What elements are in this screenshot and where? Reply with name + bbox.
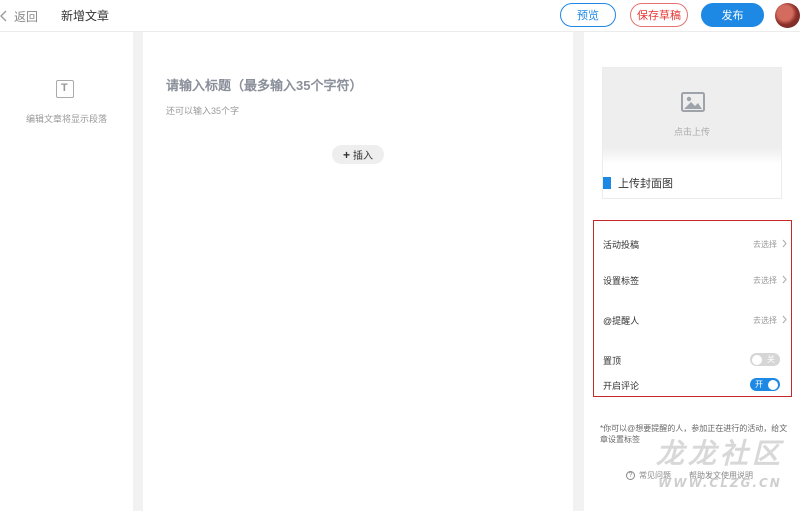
comments-toggle-text: 开 (755, 380, 763, 389)
outline-icon: T (56, 80, 74, 98)
back-label: 返回 (14, 9, 39, 24)
pin-toggle[interactable]: 关 (750, 353, 780, 366)
pin-toggle-text: 关 (767, 355, 775, 364)
settings-hint: *你可以@想要提醒的人，参加正在进行的活动，给文章设置标签 (600, 424, 788, 444)
chevron-right-icon (782, 315, 787, 324)
activity-row[interactable]: 活动投稿 去选择 (594, 235, 791, 253)
pin-row: 置顶 关 (594, 351, 791, 369)
avatar[interactable] (775, 3, 800, 28)
faq-link[interactable]: 常见问题 (639, 470, 671, 481)
question-icon: ? (626, 470, 635, 480)
accent-bar (603, 177, 611, 189)
save-draft-button[interactable]: 保存草稿 (630, 3, 688, 27)
comments-toggle[interactable]: 开 (750, 378, 780, 391)
plus-icon: + (342, 147, 350, 162)
outline-tip: 编辑文章将显示段落 (25, 114, 107, 124)
chevron-right-icon (782, 275, 787, 284)
chevron-right-icon (782, 239, 787, 248)
pin-label: 置顶 (603, 356, 622, 366)
image-icon (681, 92, 705, 112)
page-title: 新增文章 (61, 9, 110, 23)
cover-title-label: 上传封面图 (618, 178, 673, 190)
cover-upload-area[interactable]: 点击上传 (603, 68, 781, 148)
top-bar: 返回 新增文章 预览 保存草稿 发布 (0, 0, 800, 32)
settings-panel: 点击上传 上传封面图 活动投稿 去选择 设置标签 去选择 @提醒人 去选择 置顶 (584, 32, 800, 511)
preview-button[interactable]: 预览 (560, 3, 616, 27)
help-guide-link[interactable]: 帮助发文使用说明 (689, 470, 753, 481)
title-remaining-count: 还可以输入35个字 (166, 106, 240, 116)
publish-button[interactable]: 发布 (701, 3, 764, 27)
toggle-knob (752, 354, 762, 365)
editor-area: 请输入标题（最多输入35个字符） 还可以输入35个字 + 插入 (143, 32, 573, 511)
back-button[interactable]: 返回 (0, 7, 38, 25)
tags-select: 去选择 (753, 276, 777, 285)
comments-row: 开启评论 开 (594, 376, 791, 394)
mention-row[interactable]: @提醒人 去选择 (594, 311, 791, 329)
outline-panel: T 编辑文章将显示段落 (0, 32, 133, 511)
toggle-knob (768, 379, 778, 390)
tags-label: 设置标签 (603, 276, 640, 286)
insert-button[interactable]: + 插入 (332, 145, 384, 164)
help-links: ? 常见问题 帮助发文使用说明 (626, 469, 753, 481)
chevron-left-icon (0, 10, 7, 22)
insert-label: 插入 (353, 151, 373, 162)
comments-label: 开启评论 (603, 381, 640, 391)
cover-card: 点击上传 上传封面图 (602, 67, 782, 199)
activity-label: 活动投稿 (603, 240, 640, 250)
cover-title: 上传封面图 (603, 176, 673, 190)
title-input[interactable]: 请输入标题（最多输入35个字符） (166, 75, 362, 94)
article-settings-box: 活动投稿 去选择 设置标签 去选择 @提醒人 去选择 置顶 关 开启评论 开 (593, 220, 792, 397)
tags-row[interactable]: 设置标签 去选择 (594, 271, 791, 289)
activity-select: 去选择 (753, 240, 777, 249)
upload-label: 点击上传 (673, 127, 710, 137)
cover-divider (603, 148, 781, 164)
mention-select: 去选择 (753, 316, 777, 325)
mention-label: @提醒人 (603, 316, 640, 326)
